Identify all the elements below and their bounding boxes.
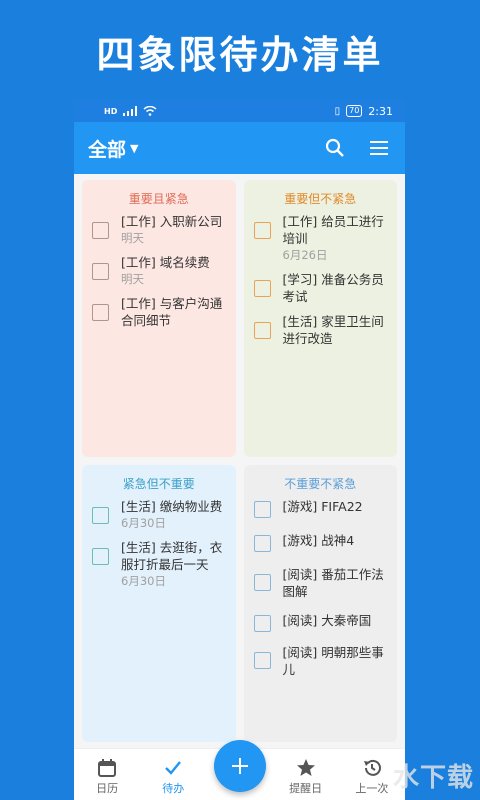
task-checkbox[interactable]	[253, 322, 271, 339]
task-text: [工作] 与客户沟通合同细节	[121, 296, 223, 328]
nav-reminder-label: 提醒日	[289, 782, 323, 795]
task-checkbox[interactable]	[92, 263, 109, 280]
task-item[interactable]: [游戏] FIFA22	[252, 498, 390, 518]
battery-icon: 70	[346, 105, 363, 117]
caret-down-icon: ▼	[130, 141, 139, 155]
task-item[interactable]: [工作] 入职新公司 明天	[90, 213, 228, 246]
task-item[interactable]: [生活] 家里卫生间进行改造	[252, 313, 390, 347]
wifi-icon	[143, 106, 157, 116]
status-right: ▯ 70 2:31	[335, 105, 393, 118]
task-checkbox[interactable]	[253, 222, 271, 239]
status-bar: HD ▯ 70 2:31	[74, 100, 405, 122]
task-checkbox[interactable]	[92, 222, 109, 239]
vibrate-icon: ▯	[334, 105, 341, 117]
task-text: [阅读] 番茄工作法图解	[282, 567, 384, 599]
task-text: [生活] 家里卫生间进行改造	[282, 314, 384, 346]
task-text: [生活] 缴纳物业费	[121, 499, 223, 514]
clock: 2:31	[368, 104, 393, 118]
hd-icon: HD	[104, 106, 118, 116]
status-left: HD	[104, 106, 157, 116]
menu-icon	[370, 141, 388, 155]
quadrant-important-not-urgent: 重要但不紧急 [工作] 给员工进行培训 6月26日 [学习] 准备公务员考试 [生…	[243, 180, 397, 457]
signal-icon	[123, 106, 138, 116]
quadrant-title: 不重要不紧急	[284, 477, 357, 491]
quadrant-title: 重要但不紧急	[284, 192, 357, 206]
task-date: 6月30日	[121, 574, 166, 588]
task-text: [学习] 准备公务员考试	[282, 272, 384, 304]
task-item[interactable]: [生活] 缴纳物业费 6月30日	[90, 498, 228, 531]
task-checkbox[interactable]	[253, 574, 271, 591]
app-bar: 全部 ▼	[74, 122, 405, 174]
quadrant-title: 重要且紧急	[128, 192, 189, 206]
task-text: [阅读] 大秦帝国	[282, 613, 372, 628]
nav-todo[interactable]: 待办	[143, 756, 203, 796]
task-text: [工作] 域名续费	[121, 255, 210, 270]
quadrant-urgent-important: 重要且紧急 [工作] 入职新公司 明天 [工作] 域名续费 明天 [工作] 与客户沟…	[82, 180, 236, 457]
task-item[interactable]: [阅读] 明朝那些事儿	[252, 644, 390, 678]
task-item[interactable]: [工作] 与客户沟通合同细节	[90, 295, 228, 329]
task-date: 6月26日	[282, 248, 328, 262]
task-date: 明天	[121, 231, 144, 245]
task-date: 6月30日	[121, 516, 166, 530]
quadrant-grid: 重要且紧急 [工作] 入职新公司 明天 [工作] 域名续费 明天 [工作] 与客户沟…	[74, 174, 405, 748]
task-checkbox[interactable]	[92, 548, 109, 565]
task-text: [阅读] 明朝那些事儿	[282, 645, 384, 677]
phone-screen: HD ▯ 70 2:31 全部 ▼ 重要且紧急 [工作] 入职新公司 明天 [工…	[74, 100, 405, 800]
nav-todo-label: 待办	[162, 782, 185, 795]
calendar-icon	[98, 759, 117, 777]
plus-icon	[232, 758, 248, 774]
task-date: 明天	[121, 272, 144, 286]
quadrant-title: 紧急但不重要	[122, 477, 195, 491]
search-icon	[325, 138, 344, 157]
menu-button[interactable]	[367, 136, 391, 160]
task-checkbox[interactable]	[253, 652, 271, 669]
nav-calendar-label: 日历	[96, 782, 119, 795]
task-text: [游戏] 战神4	[282, 533, 355, 548]
task-checkbox[interactable]	[253, 535, 271, 552]
filter-dropdown[interactable]: 全部 ▼	[88, 135, 138, 162]
task-item[interactable]: [阅读] 大秦帝国	[252, 612, 390, 632]
quadrant-urgent-not-important: 紧急但不重要 [生活] 缴纳物业费 6月30日 [生活] 去逛街，衣服打折最后一天…	[82, 465, 236, 742]
task-checkbox[interactable]	[253, 615, 271, 632]
task-item[interactable]: [阅读] 番茄工作法图解	[252, 566, 390, 600]
task-checkbox[interactable]	[253, 280, 271, 297]
task-item[interactable]: [生活] 去逛街，衣服打折最后一天 6月30日	[90, 539, 228, 589]
task-checkbox[interactable]	[92, 304, 109, 321]
task-checkbox[interactable]	[92, 507, 109, 524]
task-item[interactable]: [游戏] 战神4	[252, 532, 390, 552]
task-text: [工作] 入职新公司	[121, 214, 223, 229]
check-icon	[165, 761, 182, 775]
nav-previous-label: 上一次	[355, 782, 389, 795]
add-task-button[interactable]	[214, 740, 266, 792]
star-icon	[296, 759, 315, 776]
task-text: [工作] 给员工进行培训	[282, 214, 384, 246]
task-item[interactable]: [工作] 域名续费 明天	[90, 254, 228, 287]
nav-calendar[interactable]: 日历	[77, 756, 137, 796]
task-checkbox[interactable]	[253, 501, 271, 518]
promo-title: 四象限待办清单	[96, 33, 384, 77]
search-button[interactable]	[323, 136, 347, 160]
task-text: [游戏] FIFA22	[282, 499, 363, 514]
nav-reminder[interactable]: 提醒日	[276, 756, 336, 796]
task-text: [生活] 去逛街，衣服打折最后一天	[121, 540, 223, 572]
filter-label: 全部	[88, 138, 127, 161]
quadrant-not-urgent-not-important: 不重要不紧急 [游戏] FIFA22 [游戏] 战神4 [阅读] 番茄工作法图解…	[243, 465, 397, 742]
history-icon	[363, 759, 381, 776]
task-item[interactable]: [工作] 给员工进行培训 6月26日	[252, 213, 390, 263]
watermark: 水下载	[392, 763, 474, 793]
task-item[interactable]: [学习] 准备公务员考试	[252, 271, 390, 305]
